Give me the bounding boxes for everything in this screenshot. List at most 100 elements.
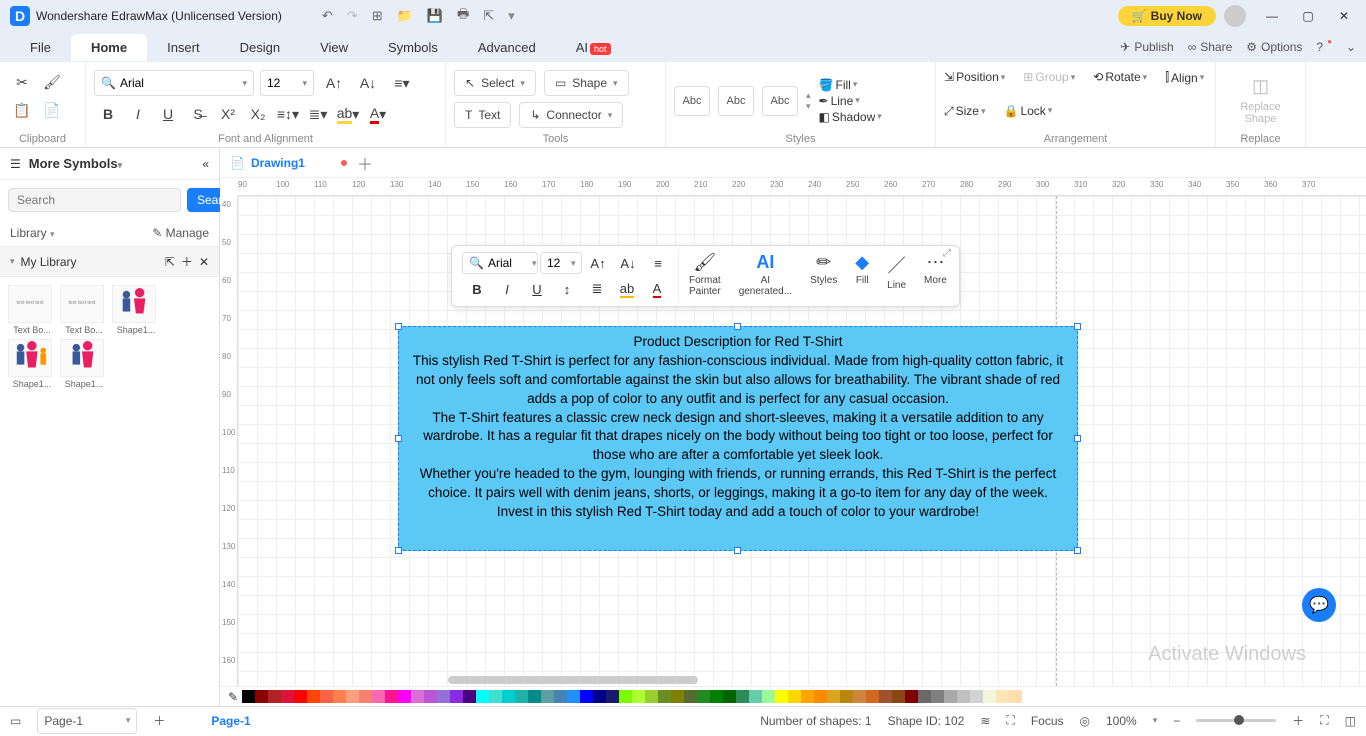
subscript-icon[interactable]: X₂ xyxy=(244,102,272,126)
canvas-grid[interactable]: ⤢ 🔍▾ ▾ A↑ A↓ ≡ B I U ↕ xyxy=(238,196,1366,686)
collapse-sidebar-icon[interactable]: « xyxy=(202,157,209,171)
eyedropper-icon[interactable]: ✎ xyxy=(228,690,238,704)
tab-symbols[interactable]: Symbols xyxy=(368,34,458,61)
options-button[interactable]: ⚙ Options xyxy=(1246,40,1302,54)
cut-icon[interactable]: ✂ xyxy=(8,70,36,94)
float-dec-font-icon[interactable]: A↓ xyxy=(614,252,642,274)
color-swatch[interactable] xyxy=(866,690,879,703)
help-button[interactable]: ?● xyxy=(1316,40,1332,54)
color-swatch[interactable] xyxy=(554,690,567,703)
buy-now-button[interactable]: 🛒 Buy Now xyxy=(1118,6,1216,26)
tab-view[interactable]: View xyxy=(300,34,368,61)
color-swatch[interactable] xyxy=(580,690,593,703)
mylib-close-icon[interactable]: ✕ xyxy=(199,255,209,269)
publish-button[interactable]: ✈ Publish xyxy=(1120,40,1173,54)
line-spacing-icon[interactable]: ≡↕▾ xyxy=(274,102,302,126)
collapse-ribbon-icon[interactable]: ⌄ xyxy=(1346,40,1356,54)
color-swatch[interactable] xyxy=(268,690,281,703)
float-bold-icon[interactable]: B xyxy=(463,278,491,300)
color-swatch[interactable] xyxy=(606,690,619,703)
float-spacing-icon[interactable]: ↕ xyxy=(553,278,581,300)
color-swatch[interactable] xyxy=(736,690,749,703)
float-highlight-icon[interactable]: ab xyxy=(613,278,641,300)
color-swatch[interactable] xyxy=(333,690,346,703)
align-button[interactable]: ⫿ Align▾ xyxy=(1165,70,1204,85)
color-swatch[interactable] xyxy=(710,690,723,703)
color-swatch[interactable] xyxy=(476,690,489,703)
color-swatch[interactable] xyxy=(658,690,671,703)
fill-button[interactable]: 🪣 Fill▾ xyxy=(819,78,882,92)
color-swatch[interactable] xyxy=(411,690,424,703)
color-swatch[interactable] xyxy=(255,690,268,703)
line-button[interactable]: ✒ Line▾ xyxy=(819,94,882,108)
color-swatch[interactable] xyxy=(294,690,307,703)
minimize-button[interactable]: ― xyxy=(1254,0,1290,32)
float-underline-icon[interactable]: U xyxy=(523,278,551,300)
font-size-combo[interactable]: ▾ xyxy=(260,70,314,96)
color-swatch[interactable] xyxy=(515,690,528,703)
horizontal-scrollbar[interactable] xyxy=(448,676,698,684)
font-name-input[interactable] xyxy=(120,76,239,90)
float-ai-button[interactable]: AIAI generated... xyxy=(731,250,800,299)
document-tab[interactable]: 📄 Drawing1 xyxy=(230,156,347,170)
style-up-icon[interactable]: ▴ xyxy=(806,90,811,101)
copy-icon[interactable]: 📋 xyxy=(8,98,36,122)
color-swatch[interactable] xyxy=(827,690,840,703)
export-icon[interactable]: ⇱ xyxy=(483,8,494,24)
superscript-icon[interactable]: X² xyxy=(214,102,242,126)
color-swatch[interactable] xyxy=(996,690,1009,703)
chat-help-button[interactable]: 💬 xyxy=(1302,588,1336,622)
text-tool[interactable]: T Text xyxy=(454,102,511,128)
color-swatch[interactable] xyxy=(541,690,554,703)
selected-textbox[interactable]: Product Description for Red T-Shirt This… xyxy=(398,326,1078,551)
resize-handle[interactable] xyxy=(395,547,402,554)
close-button[interactable]: ✕ xyxy=(1326,0,1362,32)
shape-item[interactable]: text text textText Bo... xyxy=(8,285,56,335)
color-swatch[interactable] xyxy=(632,690,645,703)
color-swatch[interactable] xyxy=(593,690,606,703)
tab-insert[interactable]: Insert xyxy=(147,34,220,61)
print-icon[interactable]: 🖶 xyxy=(457,5,469,27)
float-line-button[interactable]: ／Line xyxy=(879,250,914,293)
color-swatch[interactable] xyxy=(684,690,697,703)
float-italic-icon[interactable]: I xyxy=(493,278,521,300)
float-styles-button[interactable]: ✏Styles xyxy=(802,250,845,288)
more-icon[interactable]: ▾ xyxy=(508,8,515,24)
position-button[interactable]: ⇲ Position▾ xyxy=(944,70,1005,84)
color-swatch[interactable] xyxy=(775,690,788,703)
undo-icon[interactable]: ↶ xyxy=(322,8,333,24)
color-swatch[interactable] xyxy=(619,690,632,703)
replace-shape-button[interactable]: ◫ Replace Shape xyxy=(1240,76,1280,125)
tab-ai[interactable]: AIhot xyxy=(556,34,631,61)
paste-icon[interactable]: 📄 xyxy=(38,98,66,122)
color-swatch[interactable] xyxy=(762,690,775,703)
color-swatch[interactable] xyxy=(970,690,983,703)
style-preset-2[interactable]: Abc xyxy=(718,86,754,116)
layers-icon[interactable]: ≋ xyxy=(980,714,990,728)
select-tool[interactable]: ↖ Select ▾ xyxy=(454,70,536,96)
style-preset-3[interactable]: Abc xyxy=(762,86,798,116)
float-fill-button[interactable]: ◆Fill xyxy=(847,250,877,288)
resize-handle[interactable] xyxy=(1074,323,1081,330)
strike-icon[interactable]: S̶ xyxy=(184,102,212,126)
color-swatch[interactable] xyxy=(879,690,892,703)
panels-icon[interactable]: ◫ xyxy=(1345,714,1356,728)
lock-button[interactable]: 🔒 Lock▾ xyxy=(1003,104,1052,118)
color-swatch[interactable] xyxy=(528,690,541,703)
connector-tool[interactable]: ↳ Connector ▾ xyxy=(519,102,623,128)
shadow-button[interactable]: ◧ Shadow▾ xyxy=(819,110,882,124)
color-swatch[interactable] xyxy=(957,690,970,703)
color-swatch[interactable] xyxy=(788,690,801,703)
color-swatch[interactable] xyxy=(307,690,320,703)
color-swatch[interactable] xyxy=(983,690,996,703)
color-swatch[interactable] xyxy=(502,690,515,703)
color-swatch[interactable] xyxy=(671,690,684,703)
zoom-out-button[interactable]: − xyxy=(1173,714,1180,728)
float-font-combo[interactable]: 🔍▾ xyxy=(462,252,538,274)
shape-item[interactable]: Shape1... xyxy=(8,339,56,389)
color-swatch[interactable] xyxy=(372,690,385,703)
color-swatch[interactable] xyxy=(905,690,918,703)
resize-handle[interactable] xyxy=(395,435,402,442)
float-font-input[interactable] xyxy=(488,256,528,270)
float-size-combo[interactable]: ▾ xyxy=(540,252,582,274)
